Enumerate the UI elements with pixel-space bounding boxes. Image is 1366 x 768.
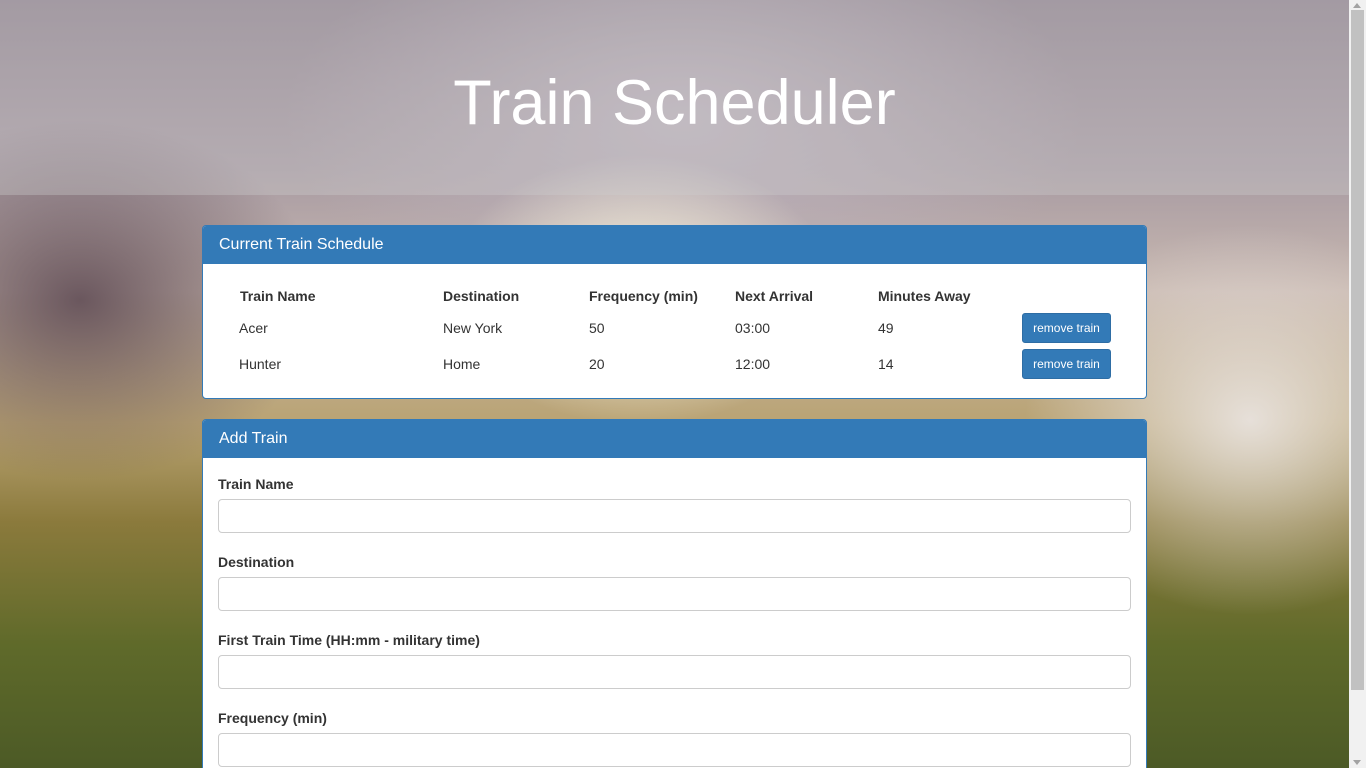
column-header-action bbox=[1006, 282, 1111, 310]
scroll-down-arrow-icon[interactable] bbox=[1353, 760, 1361, 765]
form-group-train-name: Train Name bbox=[218, 474, 1131, 533]
scrollbar-thumb[interactable] bbox=[1351, 10, 1364, 690]
form-group-first-train-time: First Train Time (HH:mm - military time) bbox=[218, 630, 1131, 689]
scroll-up-arrow-icon[interactable] bbox=[1353, 3, 1361, 8]
first-train-time-label: First Train Time (HH:mm - military time) bbox=[218, 632, 480, 648]
schedule-table: Train Name Destination Frequency (min) N… bbox=[224, 282, 1111, 382]
minutes-away-cell: 49 bbox=[878, 320, 894, 336]
page-scrollbar[interactable] bbox=[1349, 0, 1366, 768]
first-train-time-input[interactable] bbox=[218, 655, 1131, 689]
column-header-destination: Destination bbox=[443, 288, 520, 304]
column-header-train-name: Train Name bbox=[240, 288, 316, 304]
action-cell: remove train bbox=[1006, 346, 1111, 382]
add-train-panel-heading: Add Train bbox=[203, 420, 1146, 458]
column-header-minutes-away: Minutes Away bbox=[878, 288, 971, 304]
table-header-row: Train Name Destination Frequency (min) N… bbox=[224, 282, 1111, 310]
minutes-away-cell: 14 bbox=[878, 356, 894, 372]
form-group-frequency: Frequency (min) bbox=[218, 708, 1131, 767]
page-title: Train Scheduler bbox=[453, 68, 896, 138]
frequency-cell: 20 bbox=[589, 356, 605, 372]
destination-cell: Home bbox=[443, 356, 481, 372]
frequency-label: Frequency (min) bbox=[218, 710, 327, 726]
form-group-destination: Destination bbox=[218, 552, 1131, 611]
train-name-cell: Acer bbox=[239, 320, 268, 336]
remove-train-button[interactable]: remove train bbox=[1022, 313, 1111, 343]
add-train-panel: Add Train Train Name Destination First T… bbox=[202, 419, 1147, 768]
destination-label: Destination bbox=[218, 554, 295, 570]
next-arrival-cell: 12:00 bbox=[735, 356, 771, 372]
schedule-panel-heading: Current Train Schedule bbox=[203, 226, 1146, 264]
remove-train-button[interactable]: remove train bbox=[1022, 349, 1111, 379]
add-train-form: Train Name Destination First Train Time … bbox=[218, 458, 1131, 767]
frequency-cell: 50 bbox=[589, 320, 605, 336]
column-header-next-arrival: Next Arrival bbox=[735, 288, 814, 304]
train-name-cell: Hunter bbox=[239, 356, 282, 372]
train-name-input[interactable] bbox=[218, 499, 1131, 533]
action-cell: remove train bbox=[1006, 310, 1111, 346]
column-header-frequency: Frequency (min) bbox=[589, 288, 698, 304]
destination-input[interactable] bbox=[218, 577, 1131, 611]
schedule-panel: Current Train Schedule Train Name Destin… bbox=[202, 225, 1147, 399]
frequency-input[interactable] bbox=[218, 733, 1131, 767]
train-name-label: Train Name bbox=[218, 476, 294, 492]
destination-cell: New York bbox=[443, 320, 503, 336]
next-arrival-cell: 03:00 bbox=[735, 320, 771, 336]
table-row: Acer New York 50 03:00 49 remove train bbox=[224, 310, 1111, 346]
jumbotron: Train Scheduler bbox=[0, 0, 1349, 195]
table-row: Hunter Home 20 12:00 14 remove train bbox=[224, 346, 1111, 382]
